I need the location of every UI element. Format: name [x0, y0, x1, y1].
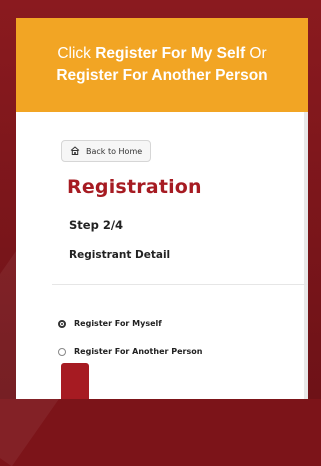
radio-register-another[interactable]: Register For Another Person: [58, 347, 202, 356]
instruction-banner: Click Register For My Self Or Register F…: [16, 18, 308, 112]
instruction-line-1: Click Register For My Self Or: [16, 43, 308, 65]
radio-register-myself[interactable]: Register For Myself: [58, 319, 162, 328]
radio-label-myself: Register For Myself: [74, 319, 162, 328]
instruction-line-2: Register For Another Person: [16, 65, 308, 87]
back-to-home-label: Back to Home: [86, 146, 143, 156]
radio-button-unchecked[interactable]: [58, 347, 66, 356]
instruction-prefix: Click: [57, 45, 96, 62]
registration-card: Back to Home Registration Step 2/4 Regis…: [16, 112, 308, 399]
instruction-connector: Or: [245, 45, 267, 62]
back-to-home-button[interactable]: Back to Home: [61, 140, 152, 162]
instruction-option-other: Register For Another Person: [56, 67, 268, 84]
instruction-option-self: Register For My Self: [95, 45, 246, 62]
section-divider: [52, 284, 308, 285]
step-indicator: Step 2/4: [69, 218, 124, 232]
radio-button-checked[interactable]: [58, 319, 66, 328]
section-title: Registrant Detail: [69, 249, 171, 261]
page-title: Registration: [67, 176, 202, 198]
radio-label-another: Register For Another Person: [74, 347, 203, 356]
home-icon: [70, 146, 80, 156]
card-scroll-edge: [304, 112, 308, 399]
next-button[interactable]: [61, 363, 89, 399]
